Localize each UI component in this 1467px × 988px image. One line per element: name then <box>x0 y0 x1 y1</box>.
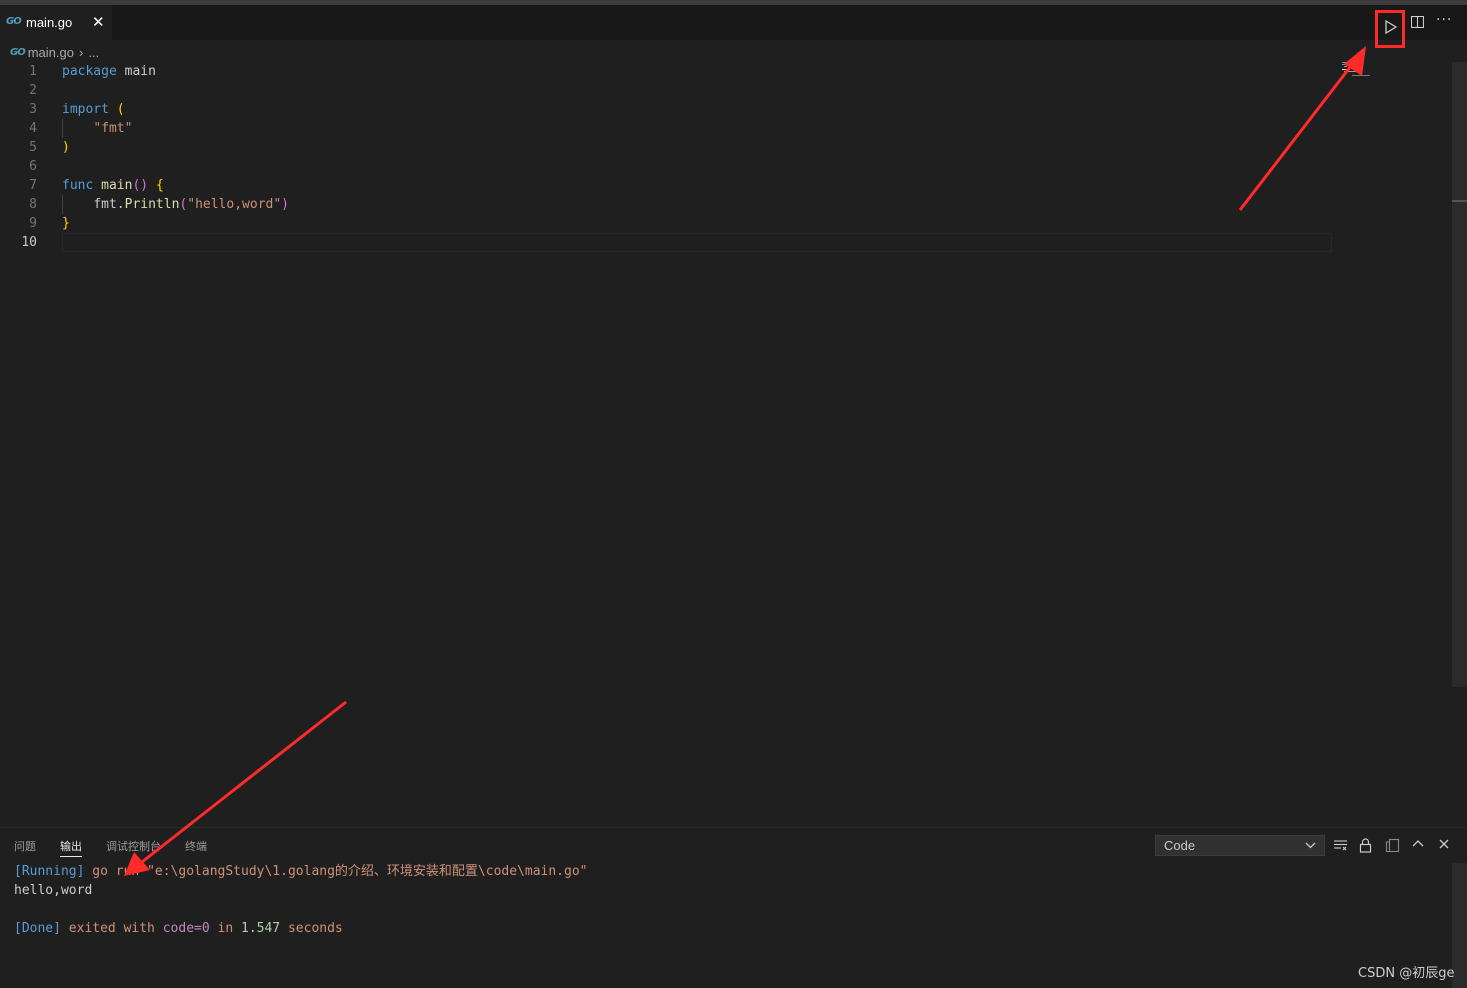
code-token: import <box>62 102 109 117</box>
code-line[interactable]: 2 <box>0 81 1340 100</box>
code-token: "fmt" <box>93 121 133 136</box>
output-token: [Running] <box>14 864 85 879</box>
line-source: fmt.Println("hello,word") <box>62 195 289 214</box>
tab-terminal[interactable]: 终端 <box>185 838 207 854</box>
line-number: 3 <box>29 102 37 117</box>
code-token: main <box>101 178 133 193</box>
code-line[interactable]: 8 fmt.Println("hello,word") <box>0 195 1340 214</box>
output-token: code=0 <box>162 921 210 936</box>
line-source: "fmt" <box>62 119 132 138</box>
code-token: () <box>132 178 149 193</box>
output-channel-value: Code <box>1164 838 1196 853</box>
more-actions-icon[interactable]: ··· <box>1436 12 1452 28</box>
code-token: . <box>116 197 125 212</box>
output-line: [Done] exited with code=0 in 1.547 secon… <box>14 919 343 938</box>
line-number: 7 <box>29 178 37 193</box>
code-token: Println <box>124 197 180 212</box>
line-source: ) <box>62 138 70 157</box>
maximize-icon[interactable] <box>1412 838 1424 850</box>
line-source: package main <box>62 62 156 81</box>
chevron-down-icon <box>1305 842 1316 849</box>
tab-debug-console[interactable]: 调试控制台 <box>106 838 161 854</box>
line-source: func main() { <box>62 176 164 195</box>
output-token: seconds <box>280 921 343 936</box>
code-token: ) <box>281 197 289 212</box>
code-line[interactable]: 10 <box>0 233 1340 252</box>
tab-label: main.go <box>26 15 73 30</box>
code-line[interactable]: 5) <box>0 138 1340 157</box>
close-icon[interactable] <box>1438 838 1450 850</box>
code-line[interactable]: 6 <box>0 157 1340 176</box>
line-number: 10 <box>21 235 37 250</box>
code-token: } <box>62 216 70 231</box>
editor-tab-bar: GO main.go ✕ <box>0 5 1467 40</box>
line-number: 5 <box>29 140 37 155</box>
tab-problems[interactable]: 问题 <box>14 838 36 854</box>
line-number: 9 <box>29 216 37 231</box>
line-source: import ( <box>62 100 125 119</box>
output-token: in <box>209 921 241 936</box>
output-token: hello,word <box>14 883 93 898</box>
breadcrumb-file[interactable]: main.go <box>28 45 74 60</box>
output-channel-select[interactable]: Code <box>1155 835 1325 856</box>
code-line[interactable]: 7 func main() { <box>0 176 1340 195</box>
scrollbar-cursor-mark <box>1452 200 1467 202</box>
chevron-right-icon: › <box>78 44 84 60</box>
output-line: [Running] go run "e:\golangStudy\1.golan… <box>14 862 588 881</box>
run-icon <box>1385 20 1397 34</box>
code-token: "hello,word" <box>187 197 282 212</box>
code-token: { <box>155 178 164 193</box>
output-token: [Done] <box>14 921 61 936</box>
output-token: "e:\golangStudy\1.golang的介绍、环境安装和配置\code… <box>147 864 588 879</box>
code-line[interactable]: 4 "fmt" <box>0 119 1340 138</box>
breadcrumb: GO main.go › ... <box>10 43 99 61</box>
code-line[interactable]: 9} <box>0 214 1340 233</box>
bottom-panel: 问题 输出 调试控制台 终端 Code [Running] go run "e:… <box>0 828 1467 988</box>
clear-output-icon[interactable] <box>1333 838 1348 852</box>
copy-icon[interactable] <box>1385 838 1400 853</box>
tab-output[interactable]: 输出 <box>60 838 82 857</box>
output-line: hello,word <box>14 881 92 900</box>
watermark: CSDN @初辰ge <box>1358 966 1455 981</box>
output-token: exited with <box>60 921 163 936</box>
code-line[interactable]: 1 package main <box>0 62 1340 81</box>
output-token: go run <box>84 864 148 879</box>
line-number: 6 <box>29 159 37 174</box>
line-number: 4 <box>29 121 37 136</box>
code-token: ) <box>62 140 70 155</box>
breadcrumb-more[interactable]: ... <box>88 45 99 60</box>
go-file-icon: GO <box>6 16 22 27</box>
code-token: fmt <box>93 197 117 212</box>
output-token: 1.547 <box>241 921 281 936</box>
code-token: ( <box>116 102 125 117</box>
line-number: 2 <box>29 83 37 98</box>
code-token: func <box>62 178 94 193</box>
minimap[interactable] <box>1342 62 1372 82</box>
code-editor[interactable]: 1 package main 2 3 import (4 "fmt" 5) 6 7 func m… <box>0 62 1452 827</box>
tab-main-go[interactable]: GO main.go ✕ <box>0 5 112 40</box>
line-number: 8 <box>29 197 37 212</box>
close-icon[interactable]: ✕ <box>92 13 105 31</box>
run-code-button[interactable] <box>1375 10 1405 48</box>
editor-scrollbar[interactable] <box>1452 62 1467 687</box>
split-editor-icon[interactable] <box>1411 16 1424 28</box>
code-token: main <box>116 64 156 79</box>
code-line[interactable]: 3 import ( <box>0 100 1340 119</box>
lock-icon[interactable] <box>1359 838 1372 853</box>
code-token: package <box>62 64 117 79</box>
go-file-icon: GO <box>10 46 26 58</box>
line-source: } <box>62 214 70 233</box>
line-number: 1 <box>29 64 37 79</box>
